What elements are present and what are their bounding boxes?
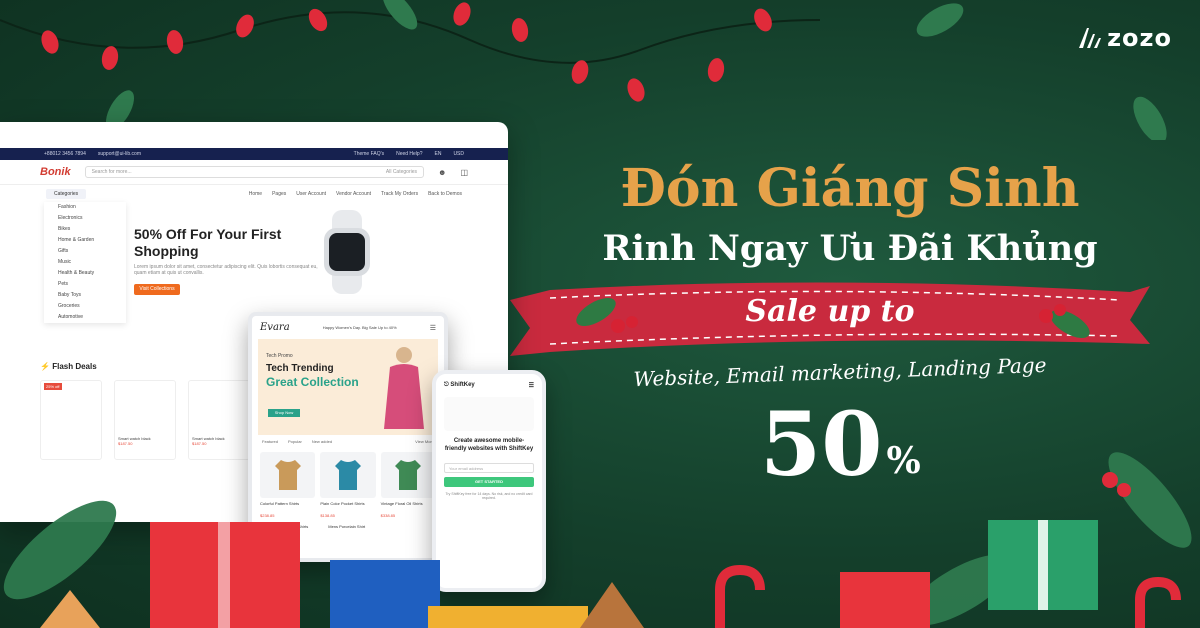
shop-now-button[interactable]: Shop Now [268,409,300,417]
sidebar-item[interactable]: Pets [44,279,126,290]
sidebar-item[interactable]: Groceries [44,301,126,312]
cart-icon[interactable]: ◫ [460,168,468,177]
sidebar-item[interactable]: Home & Garden [44,235,126,246]
headline-line-1: Đón Giáng Sinh [620,158,1080,219]
topbar-email: support@ui-lib.com [97,151,142,157]
zozo-logo-icon [1079,28,1102,48]
tablet-hero: Tech Promo Tech Trending Great Collectio… [258,339,438,435]
phone-header: ⎋ ShiftKey ☰ [436,374,542,397]
desktop-topbar: +88012 3456 7894 support@ui-lib.com Them… [0,148,508,160]
hero-title: 50% Off For Your First Shopping [134,226,282,259]
hero-text: Lorem ipsum dolor sit amet, consectetur … [134,264,318,276]
desktop-nav: Categories Home Pages User Account Vendo… [0,185,508,203]
phone-menu-icon[interactable]: ☰ [529,382,534,389]
desktop-search-input[interactable]: Search for more... All Categories [84,166,425,178]
sidebar-item[interactable]: Baby Toys [44,290,126,301]
headline-line-2: Rinh Ngay Ưu Đãi Khủng [602,228,1098,269]
flash-deals-title: ⚡ Flash Deals [40,362,97,371]
nav-user-account[interactable]: User Account [296,191,326,197]
smartwatch-image [324,210,370,294]
search-category-select[interactable]: All Categories [386,169,417,175]
nav-pages[interactable]: Pages [272,191,286,197]
christmas-lights-decoration [0,0,1167,140]
christmas-decorations-bottom [3,452,1192,628]
discount-badge: 25% off [44,383,62,390]
sidebar-item[interactable]: Fashion [44,202,126,213]
tablet-menu-icon[interactable]: ☰ [430,324,436,332]
sidebar-item[interactable]: Electronics [44,213,126,224]
visit-collections-button[interactable]: Visit Collections [134,284,180,295]
nav-back-demos[interactable]: Back to Demos [428,191,462,197]
categories-button[interactable]: Categories [46,189,87,199]
desktop-brand[interactable]: Bonik [40,166,71,178]
tablet-brand[interactable]: Evara [260,322,290,333]
category-sidebar: Fashion Electronics Bikes Home & Garden … [44,202,126,323]
topbar-phone: +88012 3456 7894 [44,151,86,157]
nav-home[interactable]: Home [249,191,262,197]
shiftkey-brand-text: ShiftKey [450,382,475,388]
sidebar-item[interactable]: Automotive [44,312,126,323]
nav-vendor-account[interactable]: Vendor Account [336,191,371,197]
flash-icon: ⚡ [40,362,50,371]
tablet-hero-small: Tech Promo [266,353,293,359]
phone-illustration [444,397,534,431]
zozo-logo-text: zozo [1107,24,1172,52]
ribbon-label: Sale up to [745,294,915,329]
fashion-model-image [384,347,424,429]
sidebar-item[interactable]: Bikes [44,224,126,235]
tablet-hero-title: Tech Trending [266,363,334,374]
nav-track-orders[interactable]: Track My Orders [381,191,418,197]
topbar-help[interactable]: Need Help? [396,151,422,157]
user-icon[interactable]: ☻ [438,168,446,177]
topbar-faq[interactable]: Theme FAQ's [354,151,384,157]
shiftkey-brand[interactable]: ⎋ ShiftKey [444,382,475,389]
sidebar-item[interactable]: Gifts [44,246,126,257]
sidebar-item[interactable]: Music [44,257,126,268]
sidebar-item[interactable]: Health & Beauty [44,268,126,279]
flash-deals-label: Flash Deals [52,362,97,371]
desktop-header: Bonik Search for more... All Categories … [0,160,508,185]
search-placeholder: Search for more... [91,169,132,175]
tablet-hero-subtitle: Great Collection [266,375,359,389]
tablet-promo: Happy Women's Day. Big Sale Up to 40% [322,325,397,330]
topbar-currency[interactable]: USD [453,151,464,157]
tablet-header: Evara Happy Women's Day. Big Sale Up to … [252,316,444,339]
topbar-lang[interactable]: EN [434,151,441,157]
zozo-logo[interactable]: zozo [1077,24,1172,52]
